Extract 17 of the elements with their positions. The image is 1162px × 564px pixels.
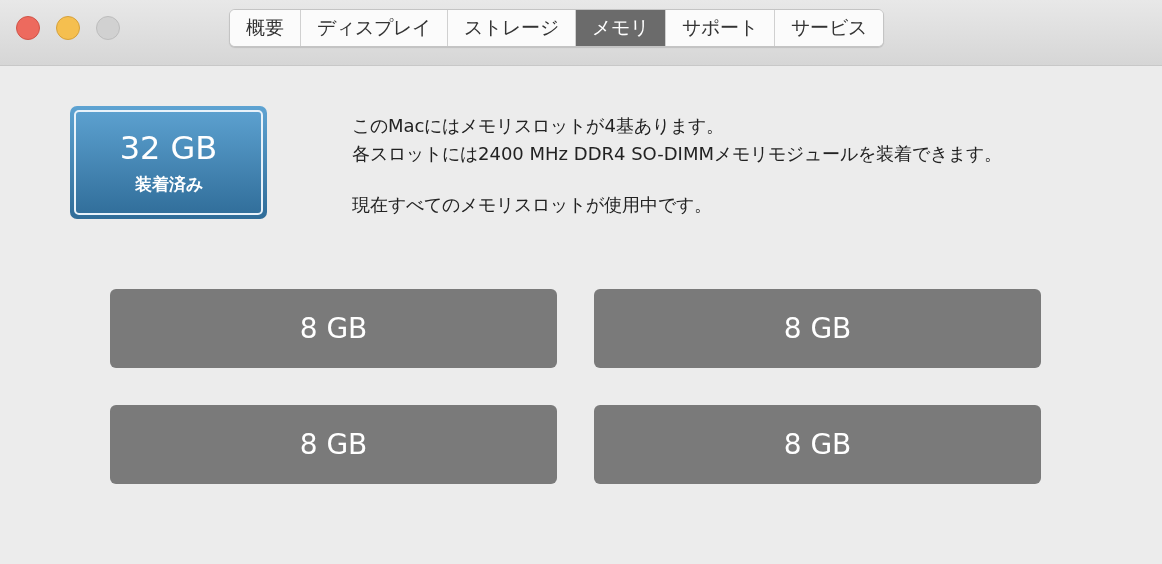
- description-text: このMacにはメモリスロットが4基あります。: [352, 114, 725, 138]
- slot-size: 8 GB: [299, 428, 368, 461]
- description-text: 各スロットには2400 MHz DDR4 SO-DIMMメモリモジュールを装着できます。: [352, 142, 1002, 166]
- description-text: 現在すべてのメモリスロットが使用中です。: [352, 193, 713, 217]
- minimize-button[interactable]: [56, 15, 80, 40]
- tab[interactable]: メモリ: [575, 9, 665, 46]
- tab[interactable]: ディスプレイ: [300, 9, 447, 46]
- tab[interactable]: サポート: [665, 9, 774, 46]
- memory-caption: 装着済み: [134, 173, 203, 196]
- slot-size: 8 GB: [299, 312, 368, 345]
- tab[interactable]: 概要: [230, 9, 300, 46]
- tab[interactable]: ストレージ: [447, 9, 575, 46]
- slot-size: 8 GB: [783, 312, 852, 345]
- close-button[interactable]: [16, 15, 40, 40]
- memory-amount: 32 GB: [119, 129, 218, 167]
- slot-size: 8 GB: [783, 428, 852, 461]
- tab[interactable]: サービス: [774, 9, 883, 46]
